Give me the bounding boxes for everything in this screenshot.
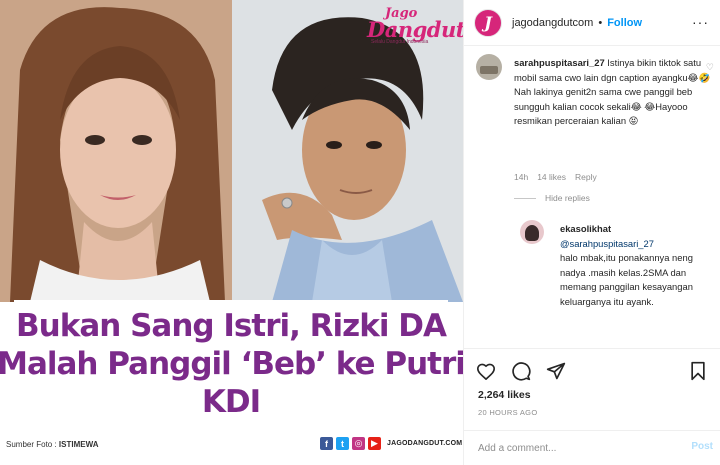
headline-line-2: Malah Panggil ‘Beb’ ke Putri	[0, 346, 463, 382]
hide-replies-button[interactable]: Hide replies	[514, 193, 590, 203]
comment-like-icon[interactable]: ♡	[706, 62, 714, 73]
post-button[interactable]: Post	[691, 441, 713, 452]
add-comment-bar: Post	[464, 430, 720, 465]
reply-text: halo mbak,itu ponakannya neng nadya .mas…	[560, 252, 693, 307]
bookmark-icon[interactable]	[689, 361, 709, 381]
credit-bar: Sumber Foto : ISTIMEWA f t ◎ ▶ JAGODANGD…	[0, 428, 463, 465]
comment-meta: 14h 14 likes Reply	[514, 172, 597, 182]
divider-line	[514, 197, 536, 199]
follow-button[interactable]: Follow	[607, 17, 642, 29]
comment-icon[interactable]	[511, 361, 531, 381]
post-actions: 2,264 likes 20 HOURS AGO	[464, 348, 720, 430]
twitter-icon: t	[336, 437, 349, 450]
post-image[interactable]: Jago Dangdut Selalu Dangdut Indonesia Bu…	[0, 0, 463, 465]
headline-box: Bukan Sang Istri, Rizki DA Malah Panggil…	[0, 300, 463, 428]
photo-woman	[0, 0, 232, 302]
likes-count[interactable]: 2,264 likes	[478, 389, 531, 401]
reply-avatar[interactable]	[520, 220, 544, 244]
commenter-avatar[interactable]	[476, 54, 502, 80]
logo-tagline: Selalu Dangdut Indonesia	[371, 39, 429, 45]
reply-button[interactable]: Reply	[575, 172, 597, 182]
facebook-icon: f	[320, 437, 333, 450]
hide-replies-label: Hide replies	[545, 193, 590, 203]
comment-likes[interactable]: 14 likes	[537, 172, 566, 182]
account-username[interactable]: jagodangdutcom	[512, 17, 593, 29]
comment-body: sarahpuspitasari_27 Istinya bikin tiktok…	[514, 56, 716, 129]
avatar-letter: J	[484, 13, 492, 32]
instagram-icon: ◎	[352, 437, 365, 450]
heart-icon[interactable]	[476, 361, 496, 381]
comment-time: 14h	[514, 172, 529, 182]
social-icons: f t ◎ ▶ JAGODANGDUT.COM	[320, 437, 462, 450]
post-header: J jagodangdutcom • Follow ···	[464, 0, 720, 46]
woman-portrait	[0, 0, 232, 302]
action-icons	[476, 361, 566, 381]
jagodangdut-logo: Jago Dangdut Selalu Dangdut Indonesia	[363, 6, 463, 46]
comments-list[interactable]: sarahpuspitasari_27 Istinya bikin tiktok…	[464, 46, 720, 348]
credit-value: ISTIMEWA	[58, 440, 99, 449]
youtube-icon: ▶	[368, 437, 381, 450]
comment-username[interactable]: sarahpuspitasari_27	[514, 57, 605, 68]
reply-body: ekasolikhat @sarahpuspitasari_27 halo mb…	[560, 222, 710, 310]
post-side-panel: J jagodangdutcom • Follow ··· sarahpuspi…	[463, 0, 720, 465]
separator-dot: •	[598, 16, 603, 29]
post-time: 20 HOURS AGO	[478, 408, 538, 417]
comment-input[interactable]	[478, 441, 668, 456]
photo-credit: Sumber Foto : ISTIMEWA	[6, 440, 98, 449]
site-url: JAGODANGDUT.COM	[387, 440, 463, 447]
headline-line-1: Bukan Sang Istri, Rizki DA	[16, 308, 447, 344]
share-icon[interactable]	[546, 361, 566, 381]
credit-label: Sumber Foto :	[6, 440, 59, 449]
more-options-icon[interactable]: ···	[692, 14, 709, 30]
reply-username[interactable]: ekasolikhat	[560, 223, 611, 234]
reply-mention[interactable]: @sarahpuspitasari_27	[560, 238, 654, 249]
headline-line-3: KDI	[201, 384, 261, 420]
avatar[interactable]: J	[474, 8, 502, 37]
